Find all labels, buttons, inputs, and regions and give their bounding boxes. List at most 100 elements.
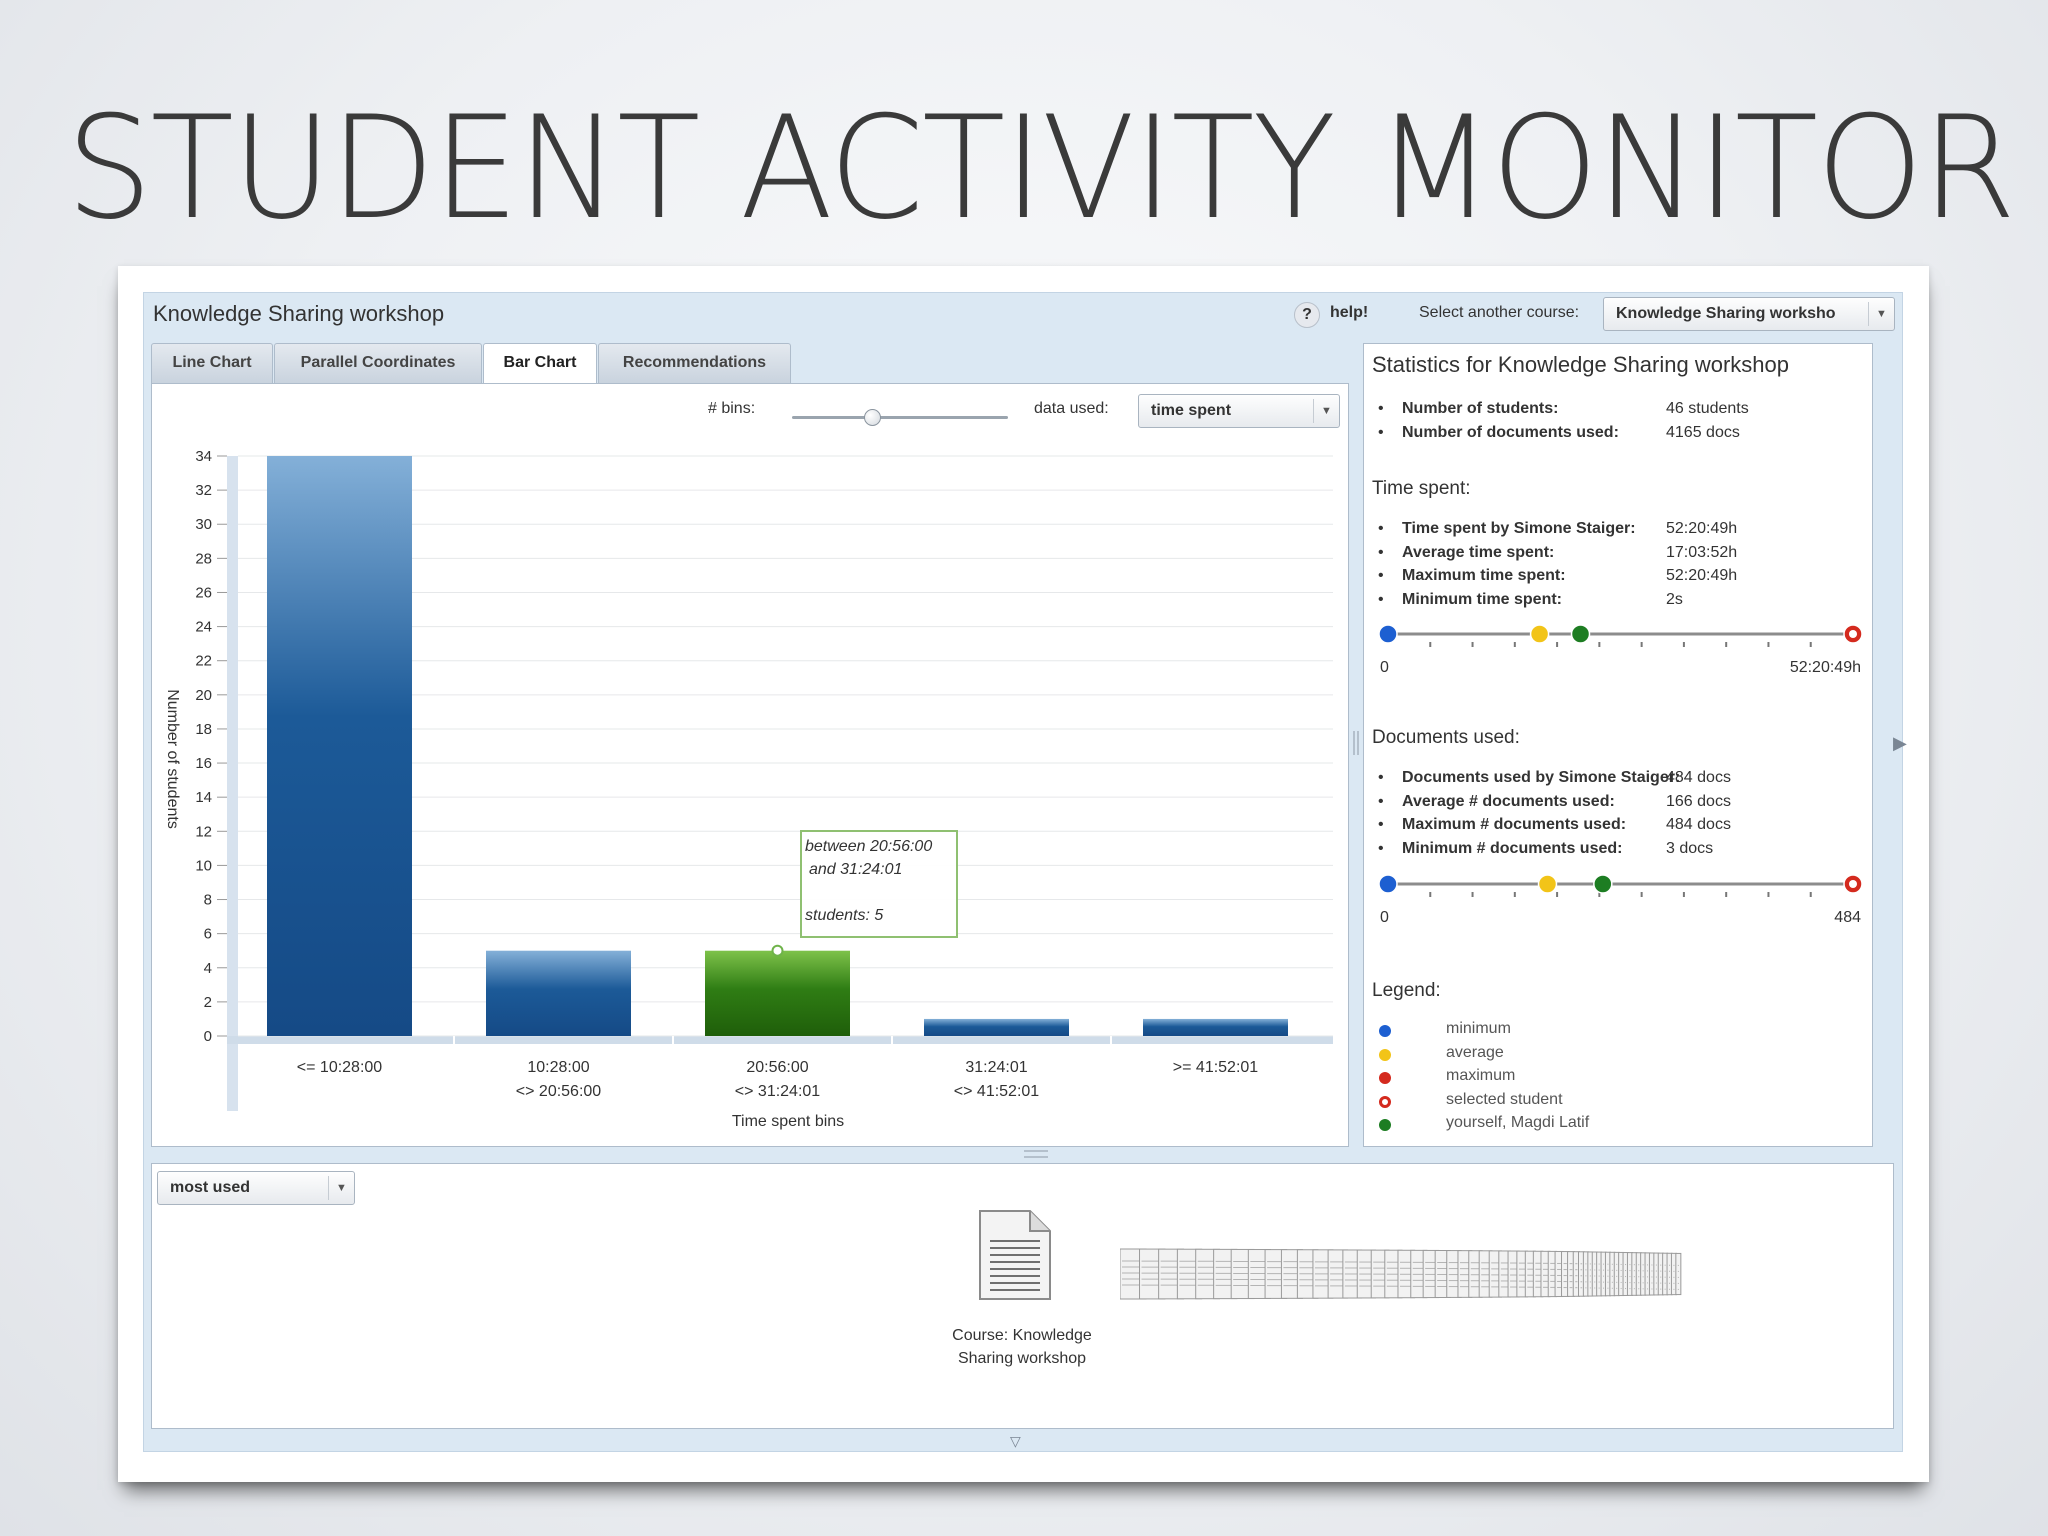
legend-dot-yourself xyxy=(1379,1119,1391,1131)
x-category-label: <> 41:52:01 xyxy=(954,1083,1040,1100)
docs-stats-list: Documents used by Simone Staiger:484 doc… xyxy=(1378,769,1862,863)
documents-used-heading: Documents used: xyxy=(1372,727,1520,748)
scale-marker-average xyxy=(1537,874,1558,894)
bar-tooltip: between 20:56:00 and 31:24:01 students: … xyxy=(800,830,958,938)
y-tick-label: 0 xyxy=(204,1028,212,1045)
tab-line-chart[interactable]: Line Chart xyxy=(151,343,273,383)
x-category-label: >= 41:52:01 xyxy=(1173,1059,1259,1076)
scale-min-label: 0 xyxy=(1380,659,1389,676)
scale-min-label: 0 xyxy=(1380,909,1389,926)
y-tick-label: 34 xyxy=(195,448,212,465)
documents-used-scale: 0 484 xyxy=(1378,874,1863,926)
slide-title: STUDENT ACTIVITY MONITOR xyxy=(66,86,2016,251)
y-tick-label: 16 xyxy=(195,755,212,772)
y-tick-label: 26 xyxy=(195,584,212,601)
chevron-down-icon[interactable]: ▼ xyxy=(1868,302,1894,326)
y-tick-label: 28 xyxy=(195,550,212,567)
scale-marker-minimum xyxy=(1378,874,1398,894)
chevron-down-icon[interactable]: ▼ xyxy=(328,1176,354,1200)
legend-item-maximum: maximum xyxy=(1372,1067,1672,1091)
x-category-label: <= 10:28:00 xyxy=(297,1059,383,1076)
tooltip-count: students: 5 xyxy=(805,907,884,924)
legend-item-yourself: yourself, Magdi Latif xyxy=(1372,1114,1672,1138)
course-select[interactable]: Knowledge Sharing worksho ▼ xyxy=(1603,297,1895,331)
statistics-title: Statistics for Knowledge Sharing worksho… xyxy=(1372,352,1789,377)
legend-dot-average xyxy=(1379,1048,1391,1061)
scale-marker-yourself xyxy=(1593,874,1613,894)
y-scrollbar-track[interactable] xyxy=(227,456,238,1111)
stat-time-maximum: Maximum time spent:52:20:49h xyxy=(1378,567,1862,591)
horizontal-splitter-handle[interactable] xyxy=(1024,1150,1048,1158)
scale-marker-minimum xyxy=(1378,624,1398,644)
x-category-label: <> 20:56:00 xyxy=(516,1083,602,1100)
legend-list: minimum average maximum selected student… xyxy=(1372,1020,1672,1138)
bar[interactable] xyxy=(486,950,631,1036)
legend-dot-selected-student xyxy=(1379,1095,1391,1108)
stat-number-of-students: Number of students:46 students xyxy=(1378,400,1862,424)
scale-marker-average xyxy=(1529,624,1550,644)
stat-number-of-documents: Number of documents used:4165 docs xyxy=(1378,424,1862,448)
x-category-label: 20:56:00 xyxy=(746,1059,808,1076)
screenshot-frame: Knowledge Sharing workshop ? help! Selec… xyxy=(118,266,1929,1482)
y-tick-label: 32 xyxy=(195,482,212,499)
legend-item-selected-student: selected student xyxy=(1372,1091,1672,1115)
scale-marker-yourself xyxy=(1570,624,1591,644)
sort-select[interactable]: most used ▼ xyxy=(157,1171,355,1205)
bar[interactable] xyxy=(1143,1018,1288,1036)
y-tick-label: 12 xyxy=(195,823,212,840)
y-tick-label: 14 xyxy=(195,789,212,806)
stat-docs-maximum: Maximum # documents used:484 docs xyxy=(1378,816,1862,840)
y-axis-label: Number of students xyxy=(164,689,181,829)
stat-time-minimum: Minimum time spent:2s xyxy=(1378,591,1862,615)
scale-max-label: 484 xyxy=(1834,909,1861,926)
help-icon[interactable]: ? xyxy=(1294,302,1320,328)
document-thumbnail[interactable] xyxy=(1675,1252,1682,1296)
bar[interactable] xyxy=(924,1018,1069,1036)
y-tick-label: 22 xyxy=(195,653,212,670)
legend-item-average: average xyxy=(1372,1044,1672,1068)
y-tick-label: 30 xyxy=(195,516,212,533)
course-caption: Course: Knowledge Sharing workshop xyxy=(952,1327,1092,1367)
y-tick-label: 4 xyxy=(204,960,212,977)
legend-heading: Legend: xyxy=(1372,980,1441,1001)
time-stats-list: Time spent by Simone Staiger:52:20:49h A… xyxy=(1378,520,1862,615)
documents-panel: most used ▼ Course: Knowledge Sharing wo… xyxy=(151,1163,1894,1429)
y-tick-label: 2 xyxy=(204,994,212,1011)
y-tick-label: 18 xyxy=(195,721,212,738)
x-axis-band xyxy=(227,1036,1333,1044)
select-course-label: Select another course: xyxy=(1419,304,1580,321)
documents-strip[interactable] xyxy=(1120,1246,1760,1302)
stat-time-selected: Time spent by Simone Staiger:52:20:49h xyxy=(1378,520,1862,544)
tooltip-range-start: between 20:56:00 xyxy=(805,838,933,855)
x-category-label: <> 31:24:01 xyxy=(735,1083,821,1100)
app-window: Knowledge Sharing workshop ? help! Selec… xyxy=(143,292,1907,1452)
x-category-label: 31:24:01 xyxy=(965,1059,1027,1076)
y-tick-label: 20 xyxy=(195,687,212,704)
collapse-down-icon[interactable]: ▽ xyxy=(1010,1433,1021,1450)
general-stats-list: Number of students:46 students Number of… xyxy=(1378,400,1862,448)
scale-marker-selected-student xyxy=(1849,880,1857,888)
x-category-label: 10:28:00 xyxy=(527,1059,589,1076)
y-tick-label: 24 xyxy=(195,619,212,636)
bar-chart-panel: # bins: data used: time spent ▼ 0 2 4 6 8 10 1… xyxy=(151,383,1349,1147)
y-tick-label: 8 xyxy=(204,892,212,909)
help-link[interactable]: help! xyxy=(1330,304,1368,322)
stat-docs-selected: Documents used by Simone Staiger:484 doc… xyxy=(1378,769,1862,793)
bar-highlighted[interactable] xyxy=(705,950,850,1036)
vertical-splitter-handle[interactable] xyxy=(1353,731,1359,755)
course-select-value: Knowledge Sharing worksho xyxy=(1616,305,1836,322)
legend-item-minimum: minimum xyxy=(1372,1020,1672,1044)
scale-marker-selected-student xyxy=(1849,630,1857,638)
tab-recommendations[interactable]: Recommendations xyxy=(598,343,791,383)
tab-parallel-coordinates[interactable]: Parallel Coordinates xyxy=(274,343,482,383)
tab-bar-chart[interactable]: Bar Chart xyxy=(483,343,597,385)
scale-max-label: 52:20:49h xyxy=(1790,659,1861,676)
course-document-icon[interactable] xyxy=(978,1209,1052,1301)
bar[interactable] xyxy=(267,456,412,1036)
sort-select-value: most used xyxy=(170,1179,251,1196)
stat-time-average: Average time spent:17:03:52h xyxy=(1378,544,1862,568)
time-spent-heading: Time spent: xyxy=(1372,478,1471,499)
expand-right-icon[interactable]: ▶ xyxy=(1893,733,1907,754)
stat-docs-average: Average # documents used:166 docs xyxy=(1378,793,1862,817)
app-title: Knowledge Sharing workshop xyxy=(153,301,445,326)
